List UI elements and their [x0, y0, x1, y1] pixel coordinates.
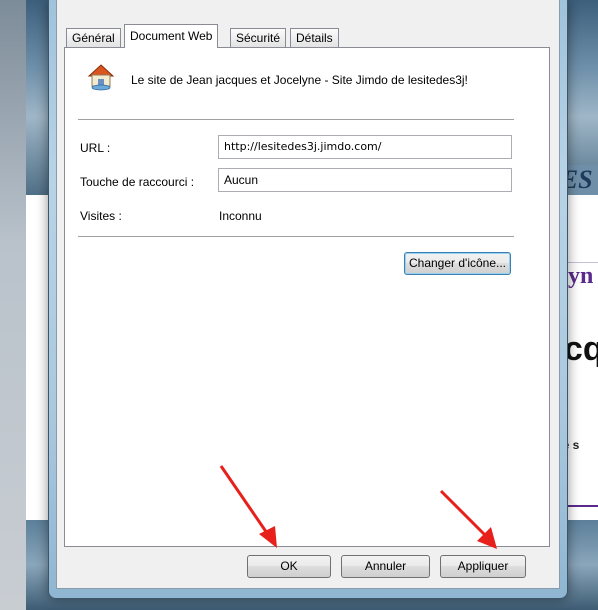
tab-document-web[interactable]: Document Web — [124, 24, 219, 48]
separator-top — [78, 119, 514, 120]
tab-panel — [64, 47, 550, 547]
tab-securite[interactable]: Sécurité — [230, 28, 287, 47]
tab-details[interactable]: Détails — [290, 28, 339, 47]
visits-value: Inconnu — [219, 209, 262, 223]
site-title: Le site de Jean jacques et Jocelyne - Si… — [131, 73, 468, 87]
cancel-button[interactable]: Annuler — [341, 555, 430, 578]
shortcut-label: Touche de raccourci : — [80, 175, 195, 189]
url-label: URL : — [80, 141, 111, 155]
shortcut-field[interactable]: Aucun — [218, 168, 512, 192]
separator-bottom — [78, 236, 514, 237]
url-field[interactable]: http://lesitedes3j.jimdo.com/ — [218, 135, 512, 159]
visits-label: Visites : — [80, 209, 122, 223]
background-left-strip — [0, 0, 26, 610]
annotation-arrow-apply — [439, 489, 497, 549]
change-icon-button[interactable]: Changer d'icône... — [404, 252, 511, 275]
house-globe-icon — [87, 64, 115, 91]
annotation-arrow-ok — [219, 465, 277, 548]
tab-general[interactable]: Général — [66, 28, 121, 47]
ok-button[interactable]: OK — [247, 555, 331, 578]
apply-button[interactable]: Appliquer — [440, 555, 526, 578]
